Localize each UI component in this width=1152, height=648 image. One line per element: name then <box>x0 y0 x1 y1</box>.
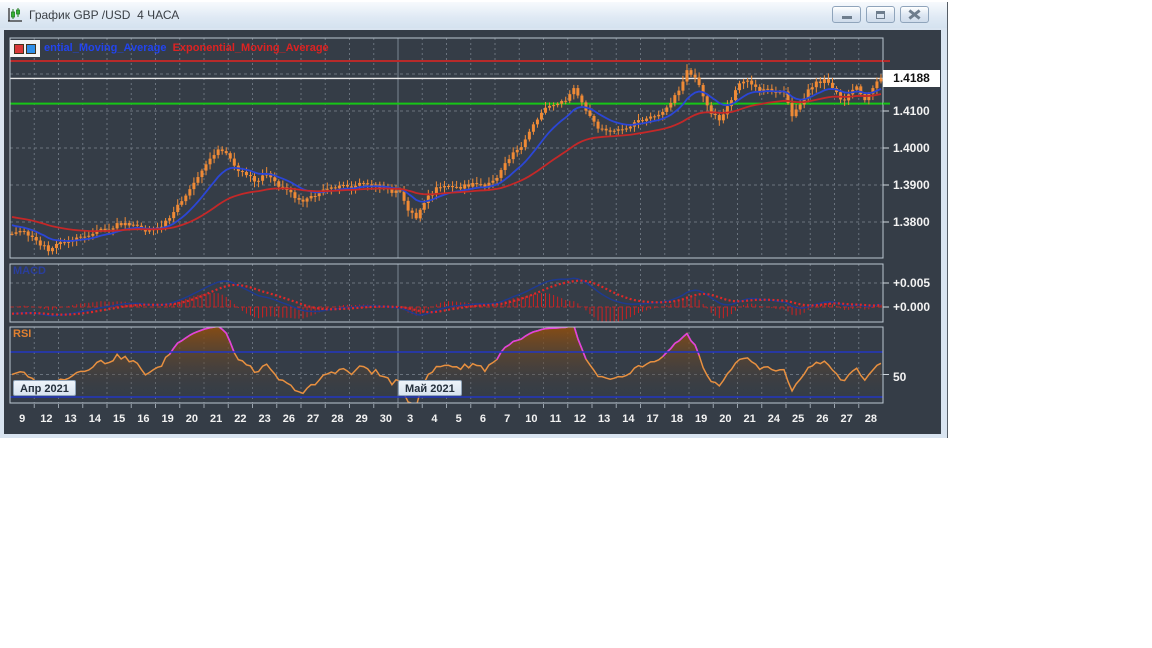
close-icon <box>909 10 920 19</box>
indicator-color-buttons <box>10 40 40 57</box>
date-label: 20 <box>719 413 732 425</box>
date-label: 19 <box>695 413 708 425</box>
date-label: 19 <box>161 413 174 425</box>
price-axis-label: 1.3900 <box>893 178 930 192</box>
date-label: 16 <box>137 413 150 425</box>
date-label: 7 <box>504 413 511 425</box>
ema-blue-swatch-button[interactable] <box>26 43 36 54</box>
date-label: 27 <box>840 413 853 425</box>
price-chart-canvas[interactable] <box>4 30 941 434</box>
date-label: 21 <box>210 413 223 425</box>
date-label: 12 <box>573 413 586 425</box>
date-label: 29 <box>355 413 368 425</box>
close-button[interactable] <box>900 6 929 23</box>
date-label: 20 <box>185 413 198 425</box>
date-label: 26 <box>282 413 295 425</box>
current-price-tag: 1.4188 <box>883 70 940 87</box>
date-label: 15 <box>113 413 126 425</box>
month-badge-may: Май 2021 <box>398 380 462 396</box>
restore-button[interactable] <box>866 6 895 23</box>
date-label: 14 <box>622 413 635 425</box>
date-label: 18 <box>670 413 683 425</box>
date-label: 5 <box>455 413 462 425</box>
date-label: 21 <box>743 413 756 425</box>
candlestick-chart-icon <box>8 8 22 22</box>
date-label: 17 <box>646 413 659 425</box>
price-axis-label: 1.4100 <box>893 104 930 118</box>
date-label: 24 <box>767 413 780 425</box>
date-label: 12 <box>40 413 53 425</box>
rsi-axis-label: 50 <box>893 369 907 384</box>
macd-axis-label: +0.005 <box>893 276 931 290</box>
date-label: 13 <box>598 413 611 425</box>
indicator-legend: ential_Moving_Average Exponential_Moving… <box>44 42 329 66</box>
date-label: 22 <box>234 413 247 425</box>
macd-axis-label: +0.000 <box>893 300 931 314</box>
ema-blue-label: ential_Moving_Average <box>44 42 167 54</box>
month-badge-april: Апр 2021 <box>13 380 76 396</box>
date-label: 28 <box>331 413 344 425</box>
price-axis-label: 1.4000 <box>893 141 930 155</box>
chart-content: ential_Moving_Average Exponential_Moving… <box>4 30 941 434</box>
date-label: 23 <box>258 413 271 425</box>
date-label: 26 <box>816 413 829 425</box>
macd-panel-label: MACD <box>13 265 46 277</box>
minimize-icon <box>841 16 852 19</box>
chart-window: График GBP /USD 4 ЧАСА ential_Moving_Ave… <box>0 2 948 438</box>
rsi-panel-label: RSI <box>13 328 32 340</box>
date-label: 13 <box>64 413 77 425</box>
minimize-button[interactable] <box>832 6 861 23</box>
date-label: 28 <box>864 413 877 425</box>
date-label: 10 <box>525 413 538 425</box>
date-label: 6 <box>479 413 486 425</box>
date-label: 4 <box>431 413 438 425</box>
date-label: 30 <box>379 413 392 425</box>
restore-icon <box>876 10 885 19</box>
date-label: 3 <box>407 413 414 425</box>
date-label: 25 <box>792 413 805 425</box>
ema-red-label: Exponential_Moving_Average <box>172 42 329 54</box>
date-label: 11 <box>549 413 562 425</box>
date-label: 27 <box>307 413 320 425</box>
window-controls <box>832 6 929 23</box>
window-titlebar[interactable]: График GBP /USD 4 ЧАСА <box>0 2 947 28</box>
date-label: 9 <box>19 413 26 425</box>
window-title: График GBP /USD 4 ЧАСА <box>29 8 180 22</box>
ema-red-swatch-button[interactable] <box>14 43 24 54</box>
price-axis-label: 1.3800 <box>893 215 930 229</box>
date-label: 14 <box>88 413 101 425</box>
